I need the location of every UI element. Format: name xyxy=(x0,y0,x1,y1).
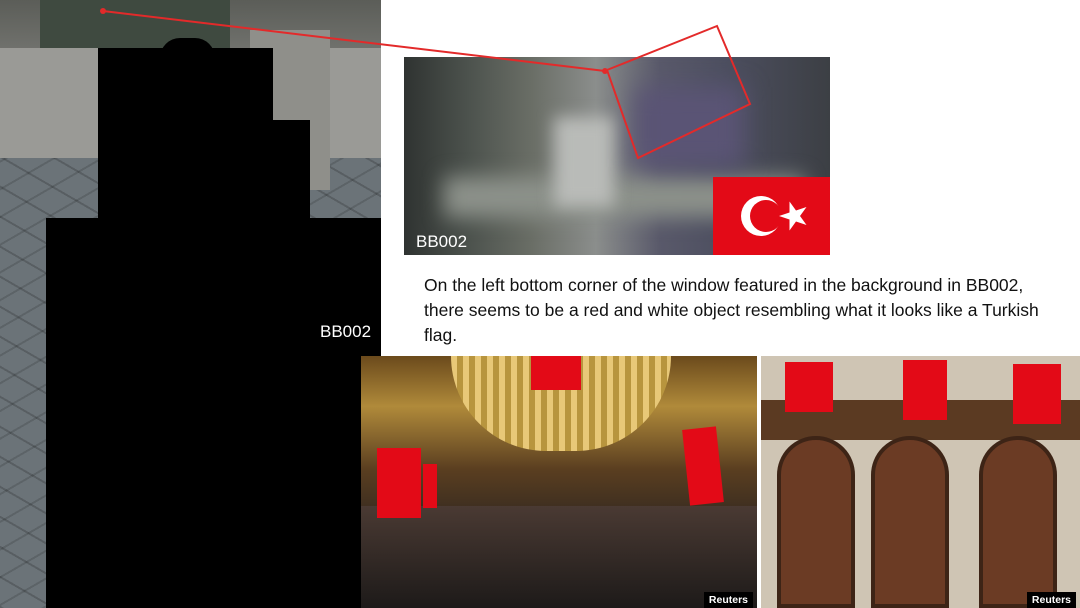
arched-doorway xyxy=(871,436,949,608)
redaction-block xyxy=(160,38,215,58)
crowd xyxy=(361,506,757,608)
redaction-block xyxy=(46,218,381,608)
hanging-flag xyxy=(531,356,581,390)
arched-doorway xyxy=(777,436,855,608)
blurred-light-patch xyxy=(554,117,614,207)
bazaar-photo: Reuters xyxy=(361,356,757,608)
redaction-block xyxy=(98,120,310,220)
photo-credit: Reuters xyxy=(703,592,753,608)
photo-label: BB002 xyxy=(320,322,372,341)
turkish-flag-icon xyxy=(713,177,830,255)
hanging-flag xyxy=(1013,364,1061,424)
hanging-flag xyxy=(682,426,724,506)
crop-label: BB002 xyxy=(416,232,468,251)
hanging-flag xyxy=(903,360,947,420)
photo-credit: Reuters xyxy=(1026,592,1076,608)
arched-doorway xyxy=(979,436,1057,608)
shopfront-photo: Reuters xyxy=(761,356,1080,608)
hanging-flag xyxy=(785,362,833,412)
left-redacted-photo: BB002 xyxy=(0,0,381,608)
blurred-object xyxy=(634,87,744,167)
hanging-flag xyxy=(423,464,437,508)
hanging-flag xyxy=(377,448,421,518)
description-text: On the left bottom corner of the window … xyxy=(424,275,1039,345)
